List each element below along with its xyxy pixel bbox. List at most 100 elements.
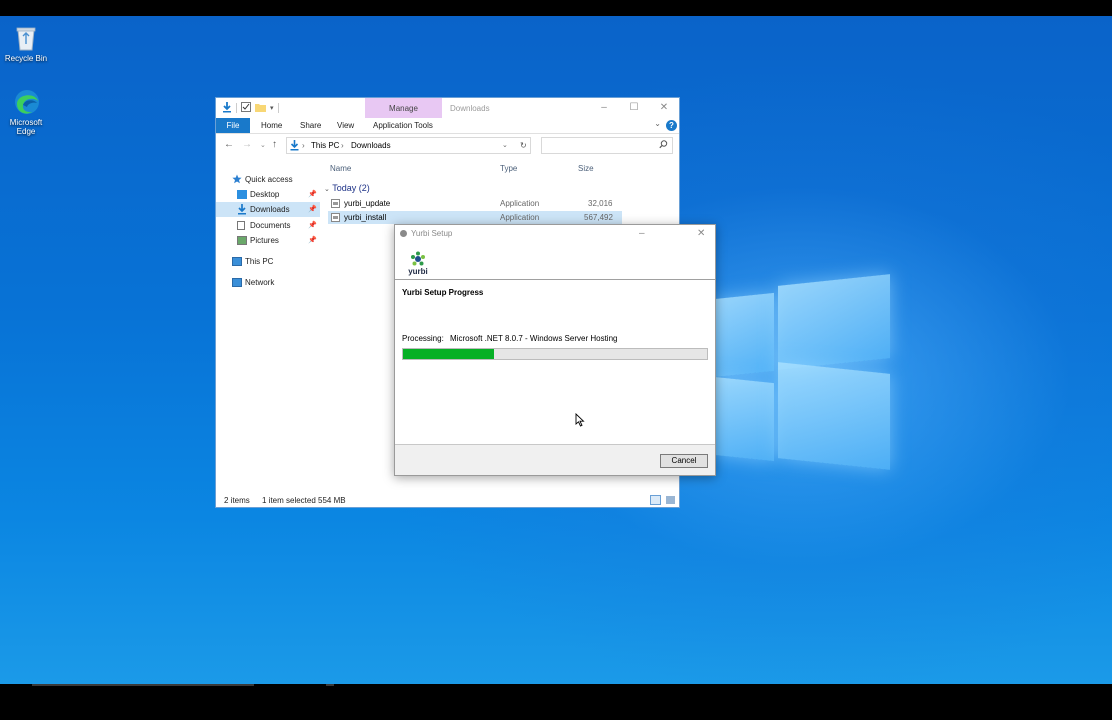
- explorer-titlebar: ▾ Manage Downloads – ☐ ✕: [216, 98, 679, 118]
- properties-icon[interactable]: [241, 102, 251, 114]
- nav-quick-access[interactable]: Quick access: [216, 172, 320, 187]
- column-header-name[interactable]: Name: [330, 164, 351, 173]
- processing-line: Processing: Microsoft .NET 8.0.7 - Windo…: [402, 334, 617, 343]
- dialog-header: yurbi: [395, 243, 715, 280]
- recycle-bin-icon: [13, 24, 39, 52]
- setup-app-icon: [399, 229, 408, 240]
- processing-label: Processing:: [402, 334, 444, 343]
- file-type: Application: [500, 199, 540, 208]
- breadcrumb-separator-icon: ›: [341, 141, 344, 150]
- downloads-folder-icon: [237, 204, 247, 215]
- nav-label: Downloads: [250, 205, 290, 214]
- table-row[interactable]: yurbi_update Application 32,016 KB: [328, 197, 622, 221]
- download-arrow-icon: [222, 101, 232, 115]
- pin-icon: 📌: [308, 206, 317, 213]
- pin-icon: 📌: [308, 222, 317, 229]
- ribbon-tabs: File Home Share View Application Tools ⌄…: [216, 118, 679, 134]
- breadcrumb-downloads[interactable]: Downloads: [351, 138, 391, 154]
- star-icon: [232, 174, 242, 184]
- file-name: yurbi_install: [344, 213, 387, 222]
- pin-icon: 📌: [308, 237, 317, 244]
- column-header-size[interactable]: Size: [578, 164, 594, 173]
- maximize-icon[interactable]: ☐: [619, 98, 649, 118]
- breadcrumb-separator-icon: ›: [302, 141, 305, 150]
- expand-ribbon-icon[interactable]: ⌄: [654, 119, 661, 128]
- tab-home[interactable]: Home: [261, 118, 282, 133]
- nav-label: Quick access: [245, 175, 293, 184]
- close-icon[interactable]: ✕: [649, 98, 679, 118]
- pictures-icon: [237, 236, 247, 245]
- file-name: yurbi_update: [344, 199, 391, 208]
- manage-tab[interactable]: Manage: [365, 98, 442, 118]
- recent-locations-icon[interactable]: ⌄: [260, 141, 266, 149]
- details-view-icon[interactable]: [650, 495, 661, 505]
- refresh-icon[interactable]: ↻: [520, 138, 527, 154]
- setup-dialog: Yurbi Setup – ✕ yurbi Yurbi Setup Progre…: [394, 224, 716, 476]
- desktop-icon-edge[interactable]: Microsoft Edge: [0, 88, 52, 136]
- navigation-pane: Quick access Desktop 📌 Downloads 📌 Docum…: [216, 166, 324, 486]
- group-header[interactable]: ⌄ Today (2): [324, 183, 370, 193]
- desktop-icon-recycle-bin[interactable]: Recycle Bin: [0, 24, 52, 63]
- dialog-titlebar: Yurbi Setup – ✕: [395, 225, 715, 243]
- breadcrumb-this-pc[interactable]: This PC: [311, 138, 339, 154]
- logo-text: yurbi: [408, 267, 428, 276]
- forward-icon[interactable]: →: [242, 139, 252, 150]
- file-type: Application: [500, 213, 540, 222]
- help-icon[interactable]: ?: [666, 120, 677, 131]
- nav-this-pc[interactable]: This PC: [216, 254, 320, 269]
- nav-label: Desktop: [250, 190, 280, 199]
- search-icon: [659, 140, 668, 151]
- status-bar: 2 items 1 item selected 554 MB: [216, 494, 679, 507]
- yurbi-logo: yurbi: [407, 251, 429, 276]
- status-selection: 1 item selected 554 MB: [262, 496, 346, 505]
- tab-share[interactable]: Share: [300, 118, 321, 133]
- nav-documents[interactable]: Documents 📌: [216, 218, 320, 233]
- up-icon[interactable]: ↑: [272, 139, 277, 150]
- windows-logo: [714, 262, 892, 470]
- network-icon: [232, 278, 242, 287]
- tab-view[interactable]: View: [337, 118, 354, 133]
- nav-label: Documents: [250, 221, 291, 230]
- column-header-type[interactable]: Type: [500, 164, 517, 173]
- progress-bar: [402, 348, 708, 360]
- cancel-button[interactable]: Cancel: [660, 454, 708, 468]
- address-dropdown-icon[interactable]: ⌄: [502, 138, 508, 154]
- tab-application-tools[interactable]: Application Tools: [373, 118, 433, 133]
- minimize-icon[interactable]: –: [589, 98, 619, 118]
- downloads-location-icon: [290, 140, 299, 157]
- desktop-folder-icon: [237, 190, 247, 199]
- nav-network[interactable]: Network: [216, 275, 320, 290]
- nav-label: This PC: [245, 257, 274, 266]
- back-icon[interactable]: ←: [224, 139, 234, 150]
- qa-dropdown-icon[interactable]: ▾: [270, 104, 274, 112]
- desktop-icon-label: Microsoft Edge: [9, 118, 43, 136]
- large-icons-view-icon[interactable]: [666, 496, 675, 504]
- computer-icon: [232, 257, 242, 266]
- close-icon[interactable]: ✕: [697, 225, 705, 243]
- nav-label: Network: [245, 278, 275, 287]
- quick-access-toolbar: ▾: [222, 101, 279, 115]
- group-label: Today (2): [332, 183, 370, 193]
- pin-icon: 📌: [308, 191, 317, 198]
- mouse-cursor-icon: [575, 412, 585, 427]
- application-file-icon: [331, 213, 340, 226]
- taskbar: [0, 684, 1112, 720]
- new-folder-icon[interactable]: [255, 102, 266, 114]
- search-input[interactable]: [541, 137, 673, 154]
- desktop-icon-label: Recycle Bin: [4, 54, 48, 63]
- collapse-chevron-icon[interactable]: ⌄: [324, 186, 330, 193]
- window-title: Downloads: [450, 104, 490, 113]
- nav-desktop[interactable]: Desktop 📌: [216, 187, 320, 202]
- address-bar[interactable]: › This PC › Downloads ⌄ ↻: [286, 137, 531, 154]
- progress-fill: [403, 349, 495, 359]
- nav-pictures[interactable]: Pictures 📌: [216, 233, 320, 248]
- setup-heading: Yurbi Setup Progress: [402, 288, 484, 297]
- nav-label: Pictures: [250, 236, 279, 245]
- documents-icon: [237, 221, 245, 230]
- processing-value: Microsoft .NET 8.0.7 - Windows Server Ho…: [450, 334, 618, 343]
- minimize-icon[interactable]: –: [639, 225, 645, 243]
- nav-downloads[interactable]: Downloads 📌: [216, 202, 320, 217]
- edge-icon: [13, 88, 39, 116]
- table-row[interactable]: yurbi_install Application 567,492 KB: [328, 211, 622, 235]
- tab-file[interactable]: File: [216, 118, 250, 133]
